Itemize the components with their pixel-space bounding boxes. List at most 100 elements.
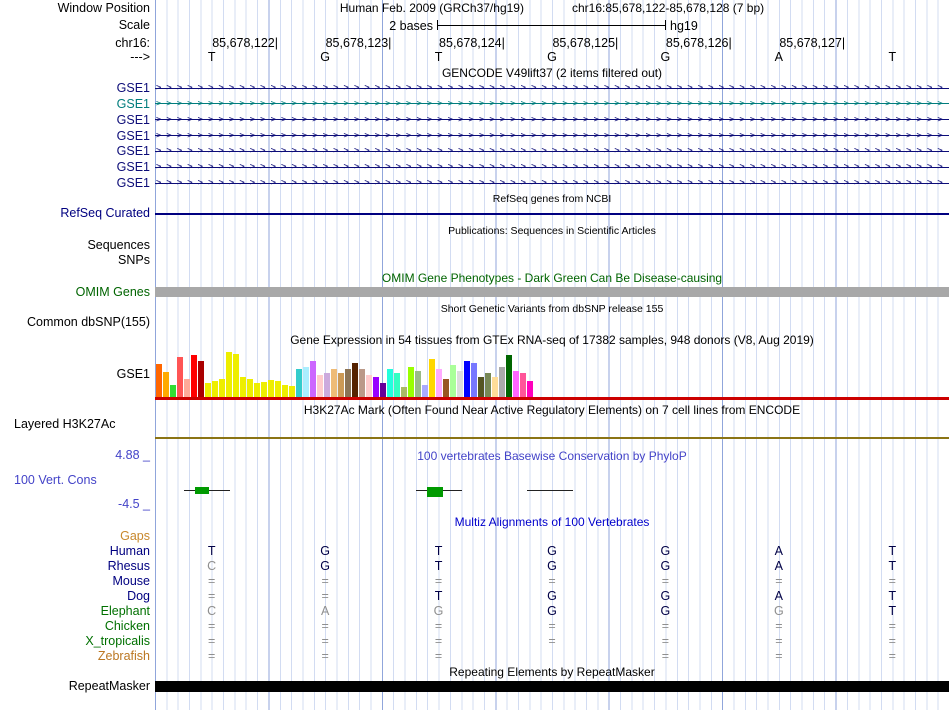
gencode-transcript-line[interactable]: >>>>>>>>>>>>>>>>>>>>>>>>>>>>>>>>>>>>>>>>… <box>155 114 949 126</box>
gtex-expression-bar[interactable] <box>219 379 225 397</box>
gtex-expression-barchart[interactable] <box>156 351 533 397</box>
gtex-expression-bar[interactable] <box>457 371 463 397</box>
gtex-expression-bar[interactable] <box>352 363 358 397</box>
gtex-expression-bar[interactable] <box>303 367 309 397</box>
gtex-expression-bar[interactable] <box>422 385 428 397</box>
gtex-expression-bar[interactable] <box>205 383 211 397</box>
gtex-expression-bar[interactable] <box>247 379 253 397</box>
gtex-expression-bar[interactable] <box>338 373 344 397</box>
gtex-expression-bar[interactable] <box>226 352 232 397</box>
gtex-expression-bar[interactable] <box>289 386 295 397</box>
gtex-expression-bar[interactable] <box>282 385 288 397</box>
alignment-base: T <box>882 605 902 618</box>
alignment-base: T <box>429 590 449 603</box>
gtex-expression-bar[interactable] <box>527 381 533 397</box>
gtex-expression-bar[interactable] <box>471 363 477 397</box>
track-label-gencode-transcript[interactable]: GSE1 <box>0 145 150 158</box>
alignment-base: = <box>315 620 335 633</box>
gtex-expression-bar[interactable] <box>499 367 505 397</box>
gtex-expression-bar[interactable] <box>478 377 484 397</box>
track-label-gencode-transcript[interactable]: GSE1 <box>0 161 150 174</box>
gtex-expression-bar[interactable] <box>513 371 519 397</box>
track-label-gtex[interactable]: GSE1 <box>0 368 150 381</box>
track-label-gencode-transcript[interactable]: GSE1 <box>0 82 150 95</box>
gtex-expression-bar[interactable] <box>436 369 442 397</box>
track-label-gencode-transcript[interactable]: GSE1 <box>0 177 150 190</box>
gtex-expression-bar[interactable] <box>359 369 365 397</box>
ruler-position-label: 85,678,126| <box>622 37 732 50</box>
gtex-expression-bar[interactable] <box>492 377 498 397</box>
gencode-transcript-line[interactable]: >>>>>>>>>>>>>>>>>>>>>>>>>>>>>>>>>>>>>>>>… <box>155 130 949 142</box>
track-label-refseq[interactable]: RefSeq Curated <box>0 207 150 220</box>
gtex-expression-bar[interactable] <box>261 382 267 397</box>
gtex-expression-bar[interactable] <box>184 379 190 397</box>
transcript-direction-arrows: >>>>>>>>>>>>>>>>>>>>>>>>>>>>>>>>>>>>>>>>… <box>156 177 948 189</box>
track-title-repeatmasker: Repeating Elements by RepeatMasker <box>155 666 949 679</box>
alignment-base: G <box>315 545 335 558</box>
gtex-expression-bar[interactable] <box>156 364 162 397</box>
gencode-transcript-line[interactable]: >>>>>>>>>>>>>>>>>>>>>>>>>>>>>>>>>>>>>>>>… <box>155 82 949 94</box>
alignment-base: = <box>429 575 449 588</box>
phylop-signal-line[interactable] <box>527 490 573 491</box>
alignment-base: G <box>542 545 562 558</box>
gtex-expression-bar[interactable] <box>331 369 337 397</box>
alignment-base: = <box>769 635 789 648</box>
gtex-expression-bar[interactable] <box>191 355 197 397</box>
reference-base: G <box>655 51 675 64</box>
gencode-transcript-line[interactable]: >>>>>>>>>>>>>>>>>>>>>>>>>>>>>>>>>>>>>>>>… <box>155 161 949 173</box>
track-label-phylop[interactable]: 100 Vert. Cons <box>14 474 214 487</box>
gtex-expression-bar[interactable] <box>275 381 281 397</box>
gtex-expression-bar[interactable] <box>170 385 176 397</box>
gtex-expression-bar[interactable] <box>408 367 414 397</box>
alignment-base: G <box>655 605 675 618</box>
gtex-expression-bar[interactable] <box>212 381 218 397</box>
repeatmasker-element-bar[interactable] <box>155 681 949 692</box>
alignment-base: = <box>542 620 562 633</box>
refseq-gene-line[interactable] <box>155 213 949 215</box>
gtex-expression-bar[interactable] <box>387 369 393 397</box>
h3k27ac-signal-baseline[interactable] <box>155 437 949 439</box>
track-label-snps[interactable]: SNPs <box>0 254 150 267</box>
gtex-expression-bar[interactable] <box>268 380 274 397</box>
gtex-expression-bar[interactable] <box>394 373 400 397</box>
track-label-gencode-transcript[interactable]: GSE1 <box>0 98 150 111</box>
track-label-h3k27ac[interactable]: Layered H3K27Ac <box>14 418 214 431</box>
gtex-expression-bar[interactable] <box>485 373 491 397</box>
gtex-expression-bar[interactable] <box>254 383 260 397</box>
gencode-transcript-line[interactable]: >>>>>>>>>>>>>>>>>>>>>>>>>>>>>>>>>>>>>>>>… <box>155 145 949 157</box>
gencode-transcript-line[interactable]: >>>>>>>>>>>>>>>>>>>>>>>>>>>>>>>>>>>>>>>>… <box>155 177 949 189</box>
gtex-expression-bar[interactable] <box>310 361 316 397</box>
omim-gene-bar[interactable] <box>155 287 949 297</box>
track-label-omim[interactable]: OMIM Genes <box>0 286 150 299</box>
gtex-expression-bar[interactable] <box>296 369 302 397</box>
gtex-expression-bar[interactable] <box>324 373 330 397</box>
gtex-expression-bar[interactable] <box>401 387 407 397</box>
gtex-expression-bar[interactable] <box>429 359 435 397</box>
track-label-sequences[interactable]: Sequences <box>0 239 150 252</box>
gencode-transcript-line[interactable]: >>>>>>>>>>>>>>>>>>>>>>>>>>>>>>>>>>>>>>>>… <box>155 98 949 110</box>
gtex-expression-bar[interactable] <box>233 354 239 397</box>
gtex-expression-bar[interactable] <box>366 375 372 397</box>
gtex-expression-bar[interactable] <box>464 361 470 397</box>
phylop-signal-bar[interactable] <box>427 487 443 497</box>
gtex-expression-bar[interactable] <box>198 361 204 397</box>
gtex-expression-bar[interactable] <box>450 365 456 397</box>
gtex-expression-bar[interactable] <box>520 373 526 397</box>
track-label-gencode-transcript[interactable]: GSE1 <box>0 114 150 127</box>
gtex-expression-bar[interactable] <box>443 379 449 397</box>
gtex-expression-bar[interactable] <box>506 355 512 397</box>
track-label-repeatmasker[interactable]: RepeatMasker <box>0 680 150 693</box>
track-title-dbsnp: Short Genetic Variants from dbSNP releas… <box>155 303 949 316</box>
gtex-expression-bar[interactable] <box>415 371 421 397</box>
alignment-base: = <box>882 575 902 588</box>
phylop-signal-bar[interactable] <box>195 487 209 494</box>
gtex-expression-bar[interactable] <box>373 377 379 397</box>
gtex-expression-bar[interactable] <box>240 377 246 397</box>
track-label-gencode-transcript[interactable]: GSE1 <box>0 130 150 143</box>
gtex-expression-bar[interactable] <box>380 383 386 397</box>
track-label-dbsnp[interactable]: Common dbSNP(155) <box>0 316 150 329</box>
gtex-expression-bar[interactable] <box>317 375 323 397</box>
gtex-expression-bar[interactable] <box>163 372 169 397</box>
gtex-expression-bar[interactable] <box>177 357 183 397</box>
gtex-expression-bar[interactable] <box>345 369 351 397</box>
